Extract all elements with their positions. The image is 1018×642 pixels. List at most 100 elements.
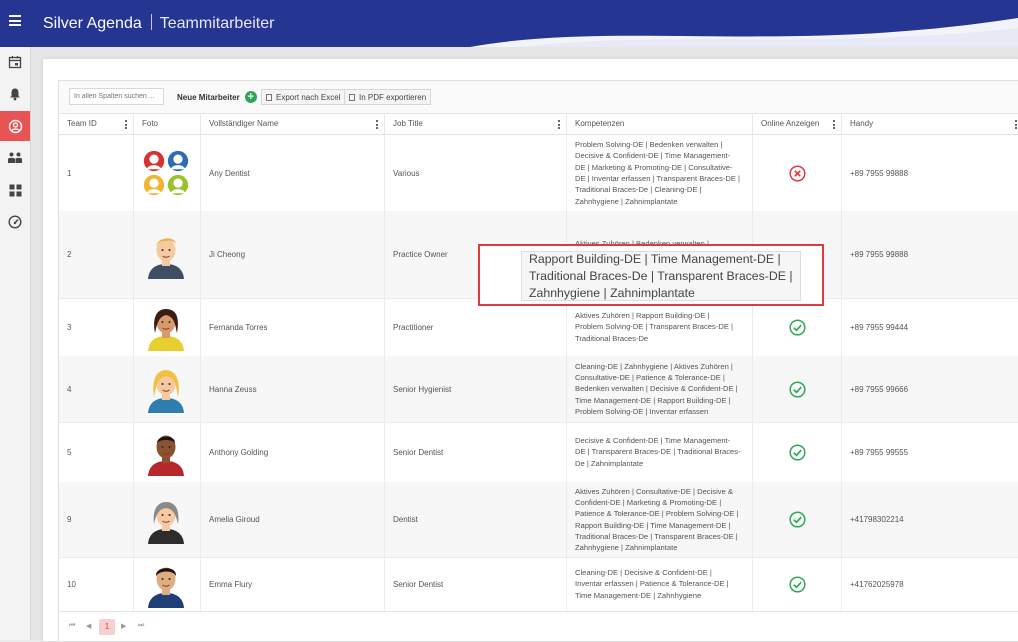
team-id-cell: 4 [59, 356, 134, 422]
team-id: 4 [67, 384, 72, 394]
phone-cell: +41762025978 [842, 557, 1018, 611]
column-header-online[interactable]: Online Anzeigen [753, 114, 842, 134]
column-menu-icon[interactable] [125, 120, 127, 131]
table-row[interactable]: 10 Emma Flury Senior Dentist Cleaning-DE |… [59, 557, 1018, 612]
export-excel-label: Export nach Excel [276, 92, 341, 102]
grid-toolbar: Neue Mitarbeiter + Export nach Excel In … [59, 81, 1018, 114]
table-row[interactable]: 4 Hanna Zeuss Senior Hygienist Cleaning-DE… [59, 356, 1018, 423]
sidebar-item-dashboard[interactable] [0, 175, 30, 205]
competencies-tooltip-highlight: Rapport Building-DE | Time Management-DE… [478, 244, 824, 306]
online-check-icon [788, 380, 806, 398]
column-label: Kompetenzen [575, 119, 625, 128]
column-header-foto[interactable]: Foto [134, 114, 201, 134]
search-input[interactable] [69, 88, 164, 105]
job-title-cell: Dentist [385, 482, 567, 557]
column-header-phone[interactable]: Handy [842, 114, 1018, 134]
export-pdf-label: In PDF exportieren [359, 92, 427, 102]
next-page-icon[interactable]: ▶ [121, 622, 126, 630]
page-title: Teammitarbeiter [159, 15, 275, 32]
competencies-cell[interactable]: Decisive & Confident-DE | Time Managemen… [567, 422, 753, 482]
competencies-cell[interactable]: Aktives Zuhören | Consultative-DE | Deci… [567, 482, 753, 557]
add-employee-button[interactable]: Neue Mitarbeiter + [177, 89, 257, 105]
sidebar-item-team-members[interactable] [0, 111, 30, 141]
table-row[interactable]: 1 Any Dentist Various Problem Solving-DE |… [59, 135, 1018, 212]
title-separator [150, 14, 152, 30]
user-circle-icon [8, 119, 22, 133]
previous-page-icon[interactable]: ◀ [86, 622, 91, 630]
plus-circle-icon: + [244, 91, 257, 103]
full-name: Emma Flury [209, 579, 253, 589]
gauge-icon [8, 215, 22, 229]
full-name-cell: Anthony Golding [201, 422, 385, 482]
competencies-cell[interactable]: Cleaning-DE | Zahnhygiene | Aktives Zuhö… [567, 356, 753, 422]
team-id-cell: 9 [59, 482, 134, 557]
app-title: Silver Agenda Teammitarbeiter [43, 14, 274, 33]
competencies-line: Aktives Zuhören | Consultative-DE | Deci… [575, 486, 733, 496]
photo-cell [134, 298, 201, 356]
avatar-group [143, 150, 189, 196]
first-page-icon[interactable]: ⏮ [69, 622, 75, 630]
full-name-cell: Ji Cheong [201, 211, 385, 298]
column-header-job-title[interactable]: Job Title [385, 114, 567, 134]
competencies-cell[interactable]: Cleaning-DE | Decisive & Confident-DE | I… [567, 557, 753, 611]
export-pdf-button[interactable]: In PDF exportieren [344, 89, 432, 105]
column-menu-icon[interactable] [376, 120, 378, 131]
phone-number: +89 7955 99888 [850, 250, 909, 259]
team-id-cell: 1 [59, 135, 134, 211]
column-header-team-id[interactable]: Team ID [59, 114, 134, 134]
online-check-icon [788, 575, 806, 593]
team-icon [8, 152, 22, 163]
team-id: 2 [67, 250, 72, 259]
page-number-current[interactable]: 1 [99, 619, 115, 635]
column-label: Online Anzeigen [761, 119, 820, 128]
table-row[interactable]: 3 Fernanda Torres Practitioner Aktives Zuh… [59, 298, 1018, 357]
job-title: Senior Dentist [393, 447, 444, 457]
last-page-icon[interactable]: ⏭ [138, 622, 144, 630]
avatar [148, 567, 184, 608]
column-menu-icon[interactable] [1015, 120, 1017, 131]
competencies-cell[interactable]: Aktives Zuhören | Rapport Building-DE | P… [567, 298, 753, 356]
avatar [148, 309, 184, 351]
sidebar-item-groups[interactable] [0, 143, 30, 173]
table-row[interactable]: 9 Amelia Giroud Dentist Aktives Zuhören | … [59, 482, 1018, 558]
full-name: Fernanda Torres [209, 322, 268, 332]
phone-cell: +89 7955 99555 [842, 422, 1018, 482]
sidebar-item-performance[interactable] [0, 207, 30, 237]
competencies-cell[interactable]: Problem Solving-DE | Bedenken verwalten … [567, 135, 753, 211]
column-label: Handy [850, 119, 874, 128]
column-menu-icon[interactable] [558, 120, 560, 131]
column-header-full-name[interactable]: Vollständiger Name [201, 114, 385, 134]
phone-cell: +89 7955 99888 [842, 135, 1018, 211]
phone-number: +89 7955 99666 [850, 384, 909, 394]
sidebar-item-notifications[interactable] [0, 79, 30, 109]
column-header-competencies[interactable]: Kompetenzen [567, 114, 753, 134]
competencies-line: Rapport Building-DE | Time Management-DE… [575, 520, 731, 530]
photo-cell [134, 482, 201, 557]
competencies-text: Cleaning-DE | Zahnhygiene | Aktives Zuhö… [575, 361, 738, 417]
photo-cell [134, 356, 201, 422]
table-row[interactable]: 5 Anthony Golding Senior Dentist Decisive … [59, 422, 1018, 483]
online-status-cell [753, 135, 842, 211]
competencies-line: Bedenken verwalten | Decisive & Confiden… [575, 384, 738, 394]
competencies-line: Cleaning-DE | Decisive & Confident-DE | [575, 568, 712, 578]
export-excel-button[interactable]: Export nach Excel [261, 89, 346, 105]
phone-number: +89 7955 99444 [850, 322, 909, 332]
full-name: Any Dentist [209, 168, 250, 178]
phone-cell: +41798302214 [842, 482, 1018, 557]
competencies-line: Traditional Braces-De | Transparent Brac… [575, 531, 738, 541]
competencies-line: Traditional Braces-De | Cleaning-DE | [575, 185, 702, 195]
dashboard-grid-icon [9, 184, 21, 196]
column-menu-icon[interactable] [833, 120, 835, 131]
competencies-line: Problem Solving-DE | Inventar erfassen [575, 406, 709, 416]
sidebar [0, 47, 31, 640]
full-name: Hanna Zeuss [209, 384, 257, 394]
phone-number: +41762025978 [850, 579, 904, 589]
column-label: Team ID [67, 119, 97, 128]
hamburger-menu-icon[interactable] [9, 15, 21, 26]
job-title: Various [393, 168, 420, 178]
online-status-cell [753, 356, 842, 422]
phone-cell: +89 7955 99444 [842, 298, 1018, 356]
sidebar-item-calendar[interactable] [0, 47, 30, 77]
photo-cell [134, 211, 201, 298]
phone-cell: +89 7955 99666 [842, 356, 1018, 422]
